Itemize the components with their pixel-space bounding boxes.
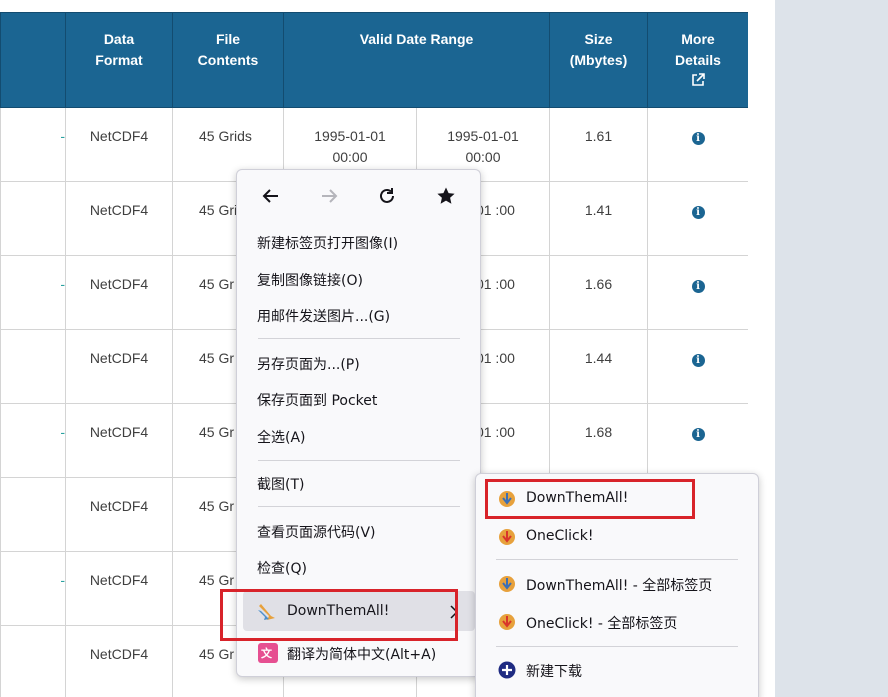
cell-data-format: NetCDF4 [65, 477, 173, 552]
highlight-box-downthemall-menu [220, 589, 458, 641]
cell-more-details: i [647, 329, 748, 404]
cell-size: 1.41 [549, 181, 648, 256]
header-file-contents[interactable]: File Contents [172, 12, 284, 108]
cell-size: 1.68 [549, 403, 648, 478]
menu-item-select-all[interactable]: 全选(A) [257, 427, 306, 447]
cell-more-details: i [647, 107, 748, 182]
menu-separator [258, 338, 460, 339]
menu-item-email-image[interactable]: 用邮件发送图片...(G) [257, 306, 390, 326]
row-marker [0, 181, 66, 256]
cell-data-format: NetCDF4 [65, 329, 173, 404]
page-background-right [775, 0, 888, 697]
row-marker [0, 625, 66, 697]
info-icon[interactable]: i [691, 132, 705, 145]
cell-data-format: NetCDF4 [65, 551, 173, 626]
reload-icon[interactable] [371, 180, 403, 212]
back-arrow-icon[interactable] [255, 180, 287, 212]
downthemall-all-tabs-icon [499, 576, 515, 592]
bookmark-star-icon[interactable] [430, 180, 462, 212]
cell-data-format: NetCDF4 [65, 107, 173, 182]
header-valid-date-range[interactable]: Valid Date Range [283, 12, 550, 108]
submenu-item-oneclick-all-tabs[interactable]: OneClick! - 全部标签页 [526, 613, 677, 633]
forward-arrow-icon[interactable] [313, 180, 345, 212]
context-nav-row [237, 170, 480, 222]
menu-item-save-page-as[interactable]: 另存页面为...(P) [257, 354, 360, 374]
header-more-details-label: More Details [675, 31, 721, 68]
row-marker: - [0, 403, 66, 478]
menu-item-open-image-new-tab[interactable]: 新建标签页打开图像(I) [257, 233, 398, 253]
row-marker: - [0, 551, 66, 626]
submenu-separator [496, 559, 738, 560]
menu-item-translate[interactable]: 翻译为简体中文(Alt+A) [287, 644, 436, 664]
menu-item-screenshot[interactable]: 截图(T) [257, 474, 304, 494]
menu-item-inspect[interactable]: 检查(Q) [257, 558, 307, 578]
cell-data-format: NetCDF4 [65, 181, 173, 256]
plus-circle-icon [498, 661, 516, 679]
menu-separator [258, 460, 460, 461]
highlight-box-downthemall-submenu [485, 479, 695, 519]
submenu-item-new-download[interactable]: 新建下载 [526, 661, 582, 681]
header-blank [0, 12, 66, 108]
info-icon[interactable]: i [691, 354, 705, 367]
info-icon[interactable]: i [691, 428, 705, 441]
menu-item-view-source[interactable]: 查看页面源代码(V) [257, 522, 376, 542]
info-icon[interactable]: i [691, 280, 705, 293]
cell-more-details: i [647, 181, 748, 256]
row-marker [0, 477, 66, 552]
submenu-item-oneclick[interactable]: OneClick! [526, 528, 593, 544]
translate-icon: 文 [258, 643, 278, 663]
cell-data-format: NetCDF4 [65, 625, 173, 697]
cell-more-details: i [647, 403, 748, 478]
cell-data-format: NetCDF4 [65, 255, 173, 330]
row-marker [0, 329, 66, 404]
cell-size: 1.66 [549, 255, 648, 330]
table-header-row: Data Format File Contents Valid Date Ran… [0, 12, 748, 108]
submenu-item-downthemall-all-tabs[interactable]: DownThemAll! - 全部标签页 [526, 575, 712, 595]
menu-item-copy-image-link[interactable]: 复制图像链接(O) [257, 270, 363, 290]
submenu-separator [496, 646, 738, 647]
row-marker: - [0, 107, 66, 182]
external-link-icon [692, 73, 705, 86]
cell-data-format: NetCDF4 [65, 403, 173, 478]
menu-item-save-to-pocket[interactable]: 保存页面到 Pocket [257, 390, 377, 410]
cell-size: 1.61 [549, 107, 648, 182]
header-more-details[interactable]: More Details [647, 12, 748, 108]
cell-size: 1.44 [549, 329, 648, 404]
oneclick-all-tabs-icon [499, 614, 515, 630]
row-marker: - [0, 255, 66, 330]
menu-separator [258, 506, 460, 507]
header-data-format[interactable]: Data Format [65, 12, 173, 108]
header-size[interactable]: Size (Mbytes) [549, 12, 648, 108]
oneclick-arrow-icon [499, 529, 515, 545]
info-icon[interactable]: i [691, 206, 705, 219]
cell-more-details: i [647, 255, 748, 330]
